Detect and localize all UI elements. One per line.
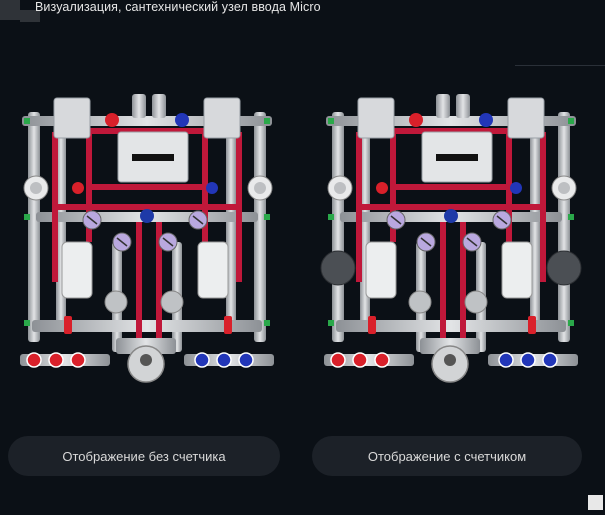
plumbing-diagram-svg-2 [320,94,582,383]
manifold-hot-valve-0 [26,352,42,368]
green-marker-3 [264,214,270,220]
filter-tank-1 [197,241,229,299]
side-valve-core-1 [558,182,570,194]
diagram-without-meter [12,92,282,392]
pipe-red-0 [52,132,58,282]
filter-tank-0 [365,241,397,299]
valve-blue-mid [206,182,218,194]
green-marker-0 [24,118,30,124]
green-marker-2 [24,214,30,220]
manifold-hot-valve-1 [48,352,64,368]
valve-blue-mid [510,182,522,194]
manifold-cold-valve-0 [194,352,210,368]
valve-red-top [409,113,423,127]
manifold-cold-valve-0 [498,352,514,368]
diagram-with-meter [316,92,586,392]
side-valve-core-0 [30,182,42,194]
valve-blue-top [175,113,189,127]
plumbing-diagram-svg-1 [20,94,274,383]
green-marker-4 [328,320,334,326]
show-with-meter-button[interactable]: Отображение с счетчиком [312,436,582,476]
pipe-red-h2 [58,204,240,210]
drain-valve-0 [368,316,376,334]
pump-ball-0 [408,290,432,314]
pump-ball-0 [104,290,128,314]
green-marker-2 [328,214,334,220]
manifold-hot-valve-0 [330,352,346,368]
drain-valve-1 [224,316,232,334]
divider [515,65,605,66]
side-valve-core-1 [254,182,266,194]
pump-logo-figure [444,354,456,366]
valve-blue-center [140,209,154,223]
valve-red-mid [376,182,388,194]
manifold-cold-valve-1 [216,352,232,368]
green-marker-1 [264,118,270,124]
green-marker-1 [568,118,574,124]
control-box-0 [357,97,395,139]
manifold-cold-valve-2 [542,352,558,368]
main-unit-display [436,154,478,161]
filter-tank-1 [501,241,533,299]
pipe-outer-0 [332,112,344,342]
window-title: Визуализация, сантехнический узел ввода … [35,0,321,14]
water-meter-1 [546,250,582,286]
pipe-outer-1 [254,112,266,342]
manifold-cold-valve-2 [238,352,254,368]
app-icon [0,0,40,22]
pipe-inner-1 [530,122,540,332]
water-meter-0 [320,250,356,286]
pipe-red-0 [356,132,362,282]
pipe-stub-1 [152,94,166,118]
pipe-inner-1 [226,122,236,332]
valve-blue-top [479,113,493,127]
manifold-hot-valve-2 [374,352,390,368]
pipe-red-mid [86,184,208,190]
green-marker-4 [24,320,30,326]
green-marker-5 [568,320,574,326]
side-valve-core-0 [334,182,346,194]
manifold-cold-valve-1 [520,352,536,368]
manifold-hot-valve-1 [352,352,368,368]
drain-valve-1 [528,316,536,334]
pump-ball-1 [160,290,184,314]
green-marker-5 [264,320,270,326]
pump-ball-1 [464,290,488,314]
control-box-1 [507,97,545,139]
drain-valve-0 [64,316,72,334]
control-box-0 [53,97,91,139]
manifold-hot-valve-2 [70,352,86,368]
main-unit-display [132,154,174,161]
resize-handle[interactable] [588,495,603,510]
pipe-outer-0 [28,112,40,342]
valve-red-mid [72,182,84,194]
green-marker-3 [568,214,574,220]
filter-tank-0 [61,241,93,299]
pipe-stub-0 [436,94,450,118]
pipe-stub-0 [132,94,146,118]
green-marker-0 [328,118,334,124]
valve-blue-center [444,209,458,223]
show-without-meter-button[interactable]: Отображение без счетчика [8,436,280,476]
pipe-outer-1 [558,112,570,342]
pump-logo-figure [140,354,152,366]
control-box-1 [203,97,241,139]
pipe-red-mid [390,184,512,190]
valve-red-top [105,113,119,127]
pipe-red-h2 [362,204,544,210]
pipe-stub-1 [456,94,470,118]
title-bar: Визуализация, сантехнический узел ввода … [0,0,605,22]
